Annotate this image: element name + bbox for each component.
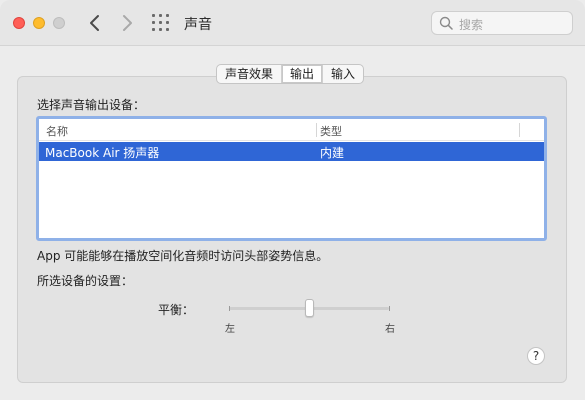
slider-tick: [229, 306, 230, 311]
balance-left-label: 左: [225, 324, 235, 335]
chevron-right-icon: [123, 15, 132, 31]
search-icon: [439, 16, 453, 30]
minimize-button[interactable]: [33, 17, 45, 29]
back-button[interactable]: [84, 11, 106, 35]
column-header-name[interactable]: 名称: [46, 123, 68, 139]
tab-input[interactable]: 输入: [323, 65, 363, 83]
device-type: 内建: [320, 146, 345, 160]
tab-output[interactable]: 输出: [282, 65, 324, 83]
column-divider: [316, 123, 317, 137]
title-bar: 声音 搜索: [0, 0, 585, 46]
help-button[interactable]: ?: [527, 347, 545, 365]
slider-tick: [389, 306, 390, 311]
table-header: 名称 类型: [39, 119, 544, 141]
tab-sound-effects[interactable]: 声音效果: [217, 65, 283, 83]
tab-bar: 声音效果 输出 输入: [216, 64, 365, 84]
show-all-button[interactable]: [152, 14, 170, 32]
balance-slider-thumb[interactable]: [304, 299, 314, 317]
search-placeholder: 搜索: [459, 18, 484, 32]
sound-preferences-window: 声音 搜索 声音效果 输出 输入 选择声音输出设备： 名称 类型 MacBook…: [0, 0, 585, 400]
forward-button[interactable]: [116, 11, 138, 35]
window-title: 声音: [184, 17, 212, 33]
select-output-label: 选择声音输出设备：: [37, 98, 146, 112]
close-button[interactable]: [13, 17, 25, 29]
device-name: MacBook Air 扬声器: [45, 146, 160, 160]
zoom-button[interactable]: [53, 17, 65, 29]
output-device-table[interactable]: 名称 类型 MacBook Air 扬声器 内建: [36, 116, 547, 241]
balance-label: 平衡：: [158, 303, 195, 317]
balance-right-label: 右: [385, 324, 395, 335]
table-row[interactable]: MacBook Air 扬声器 内建: [39, 142, 544, 161]
search-field[interactable]: 搜索: [431, 11, 573, 35]
spatial-audio-note: App 可能能够在播放空间化音频时访问头部姿势信息。: [37, 249, 329, 263]
column-divider: [519, 123, 520, 137]
column-header-type[interactable]: 类型: [320, 123, 342, 139]
device-settings-label: 所选设备的设置：: [37, 274, 134, 288]
chevron-left-icon: [90, 15, 99, 31]
